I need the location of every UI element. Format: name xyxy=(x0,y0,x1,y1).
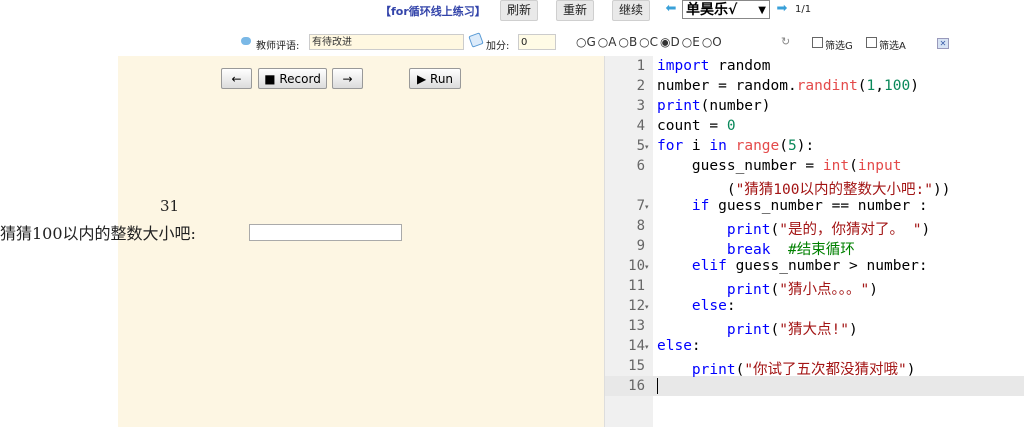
code-line: print("猜大点!") xyxy=(726,322,858,338)
next-student-icon[interactable]: ➡ xyxy=(775,2,789,16)
filter-g-label: 筛选G xyxy=(825,41,853,52)
filter-g-checkbox[interactable] xyxy=(812,37,823,48)
refresh-icon[interactable]: ↻ xyxy=(781,35,790,48)
line-number: 8 xyxy=(636,218,645,234)
line-number: 1 xyxy=(636,58,645,74)
grade-radio-group: ○G ○A ○B ○C ◉D ○E ○O xyxy=(576,35,724,49)
fold-toggle-icon[interactable]: ▾ xyxy=(645,263,653,271)
comment-label: 教师评语: xyxy=(256,41,300,52)
continue-button[interactable]: 继续 xyxy=(612,0,651,21)
score-label: 加分: xyxy=(486,41,510,52)
line-number: 13 xyxy=(628,318,645,334)
line-number: 2 xyxy=(636,78,645,94)
top-toolbar: 【for循环线上练习】 刷新 重新 继续 ⬅ 单昊乐√ ▼ ➡ 1/1 xyxy=(0,0,1024,24)
code-line: print(number) xyxy=(657,98,771,114)
line-number: 14 xyxy=(628,338,645,354)
fold-toggle-icon[interactable]: ▾ xyxy=(645,203,653,211)
code-line: print("是的，你猜对了。 ") xyxy=(726,222,931,238)
camera-icon: ■ xyxy=(264,72,280,86)
forward-button[interactable]: → xyxy=(332,68,363,89)
line-number: 5 xyxy=(636,138,645,154)
play-icon: ▶ xyxy=(416,72,431,86)
code-line: number = random.randint(1,100) xyxy=(657,78,919,94)
page-count: 1/1 xyxy=(795,4,812,15)
close-icon[interactable]: ✕ xyxy=(937,38,949,49)
output-number: 31 xyxy=(160,197,180,215)
student-select[interactable]: 单昊乐√ ▼ xyxy=(682,0,770,19)
fold-toggle-icon[interactable]: ▾ xyxy=(645,343,653,351)
back-button[interactable]: ← xyxy=(221,68,252,89)
student-select-value: 单昊乐√ xyxy=(686,2,738,18)
code-line: count = 0 xyxy=(657,118,736,134)
code-line: for i in range(5): xyxy=(657,138,815,154)
code-line: if guess_number == number : xyxy=(691,198,928,214)
fold-toggle-icon[interactable]: ▾ xyxy=(645,303,653,311)
run-button[interactable]: ▶ Run xyxy=(409,68,461,89)
exercise-title: 【for循环线上练习】 xyxy=(380,5,486,18)
grade-radio-o[interactable]: ○O xyxy=(702,35,722,49)
run-label: Run xyxy=(430,72,454,86)
filter-a-checkbox[interactable] xyxy=(866,37,877,48)
grade-radio-c[interactable]: ○C xyxy=(639,35,658,49)
fold-toggle-icon[interactable]: ▾ xyxy=(645,143,653,151)
line-number: 4 xyxy=(636,118,645,134)
output-prompt: 猜猜100以内的整数大小吧: xyxy=(0,224,196,243)
chevron-down-icon: ▼ xyxy=(758,5,766,16)
comment-bubble-icon xyxy=(241,37,251,45)
prev-student-icon[interactable]: ⬅ xyxy=(664,2,678,16)
line-number: 10 xyxy=(628,258,645,274)
grade-radio-d[interactable]: ◉D xyxy=(660,35,680,49)
active-line-highlight xyxy=(605,376,1024,396)
text-cursor xyxy=(657,378,658,394)
code-line: else: xyxy=(657,338,701,354)
line-number: 15 xyxy=(628,358,645,374)
grade-radio-b[interactable]: ○B xyxy=(618,35,637,49)
code-line: print("你试了五次都没猜对哦") xyxy=(691,362,916,378)
answer-input[interactable] xyxy=(249,224,402,241)
refresh-button[interactable]: 刷新 xyxy=(500,0,539,21)
code-line: print("猜小点。。。") xyxy=(726,282,878,298)
line-number: 9 xyxy=(636,238,645,254)
record-button[interactable]: ■ Record xyxy=(258,68,327,89)
code-line: elif guess_number > number: xyxy=(691,258,928,274)
code-line: else: xyxy=(691,298,736,314)
grade-radio-g[interactable]: ○G xyxy=(576,35,596,49)
grade-radio-a[interactable]: ○A xyxy=(598,35,617,49)
line-number: 11 xyxy=(628,278,645,294)
review-bar: 教师评语: 有待改进 加分: 0 ○G ○A ○B ○C ◉D ○E ○O ↻ 筛选G 筛选… xyxy=(0,32,1024,52)
line-number: 6 xyxy=(636,158,645,174)
line-number: 16 xyxy=(628,378,645,394)
line-number: 7 xyxy=(636,198,645,214)
code-line: import random xyxy=(657,58,771,74)
arrow-left-icon: ← xyxy=(231,72,242,86)
arrow-right-icon: → xyxy=(342,72,353,86)
tag-icon xyxy=(468,32,484,48)
filter-a-label: 筛选A xyxy=(879,41,906,52)
code-editor[interactable]: 1 2 3 4 5 ▾ 6 7 ▾ 8 9 10 ▾ 11 12 ▾ 13 14… xyxy=(604,56,1024,427)
score-input[interactable]: 0 xyxy=(518,34,556,50)
line-number: 3 xyxy=(636,98,645,114)
comment-input[interactable]: 有待改进 xyxy=(309,34,464,50)
grade-radio-e[interactable]: ○E xyxy=(682,35,700,49)
code-line: guess_number = int(input xyxy=(657,158,902,174)
code-line-wrapped: ("猜猜100以内的整数大小吧:")) xyxy=(657,182,951,198)
code-line: break #结束循环 xyxy=(726,242,855,258)
line-number: 12 xyxy=(628,298,645,314)
record-label: Record xyxy=(279,72,321,86)
restart-button[interactable]: 重新 xyxy=(556,0,595,21)
